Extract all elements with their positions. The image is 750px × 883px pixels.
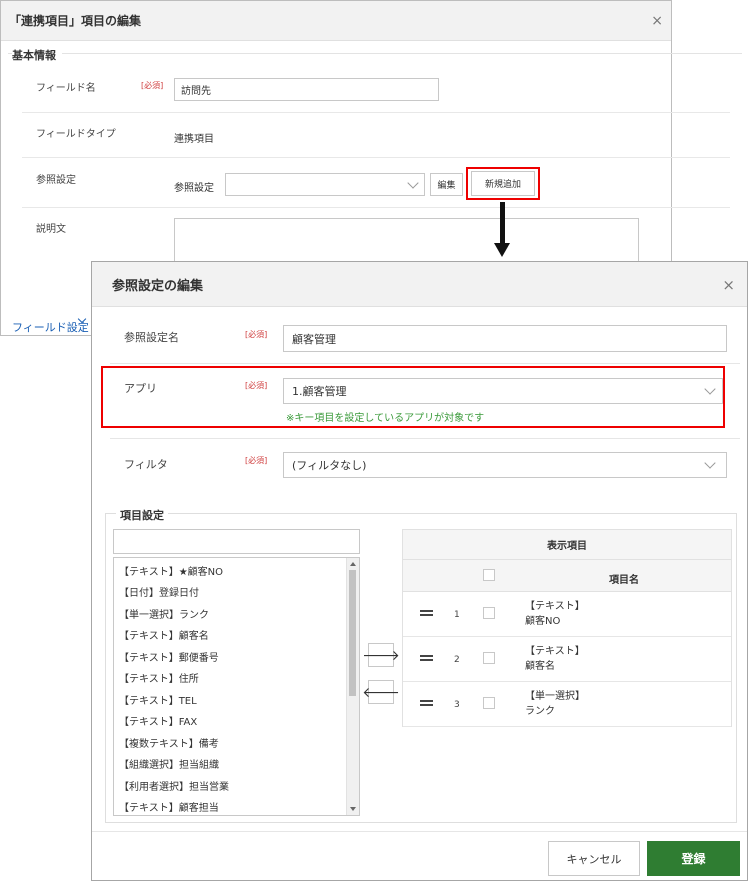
list-item[interactable]: 【単一選択】ランク — [119, 606, 209, 621]
item-search-input[interactable] — [113, 529, 360, 554]
list-item[interactable]: 【テキスト】顧客名 — [119, 627, 209, 642]
list-item[interactable]: 【複数テキスト】備考 — [119, 735, 219, 750]
item-name: 顧客名 — [525, 661, 555, 672]
ref-setting-inner-label: 参照設定 — [174, 183, 214, 194]
arrow-left-icon: 🡐 — [362, 684, 400, 701]
scroll-thumb[interactable] — [349, 570, 356, 696]
item-name: ランク — [525, 706, 555, 717]
register-button[interactable]: 登録 — [647, 841, 740, 876]
required-badge: [必須] — [245, 330, 268, 339]
table-row[interactable]: 3 【単一選択】 ランク — [403, 682, 731, 727]
list-item[interactable]: 【テキスト】TEL — [119, 692, 197, 707]
table-row[interactable]: 2 【テキスト】 顧客名 — [403, 637, 731, 682]
move-left-button[interactable]: 🡐 — [362, 680, 400, 704]
field-type-label: フィールドタイプ — [36, 129, 116, 140]
scroll-down-icon[interactable] — [350, 807, 356, 811]
drag-handle-icon[interactable] — [420, 655, 433, 661]
arrow-right-icon: 🡒 — [362, 647, 400, 664]
column-header-item-name: 項目名 — [609, 575, 639, 586]
list-item[interactable]: 【テキスト】顧客担当 — [119, 799, 219, 814]
list-item[interactable]: 【テキスト】★顧客NO — [119, 563, 223, 578]
list-item[interactable]: 【テキスト】FAX — [119, 713, 197, 728]
row-number: 1 — [454, 610, 460, 620]
table-caption: 表示項目 — [403, 530, 731, 560]
scroll-up-icon[interactable] — [350, 562, 356, 566]
field-settings-link[interactable]: フィールド設定 — [12, 319, 89, 335]
section-title: 基本情報 — [12, 47, 62, 63]
row-divider — [22, 112, 730, 113]
list-item[interactable]: 【利用者選択】担当営業 — [119, 778, 229, 793]
display-items-table: 表示項目 項目名 1 【テキスト】 顧客NO 2 【テキスト】 顧客名 3 【単… — [402, 529, 732, 727]
row-number: 2 — [454, 655, 460, 665]
drag-handle-icon[interactable] — [420, 700, 433, 706]
footer-divider — [92, 831, 747, 832]
list-item[interactable]: 【テキスト】郵便番号 — [119, 649, 219, 664]
ref-setting-label: 参照設定 — [36, 175, 76, 186]
field-name-input[interactable]: 訪問先 — [174, 78, 439, 101]
row-checkbox[interactable] — [483, 697, 495, 709]
row-divider — [22, 157, 730, 158]
app-note: ※キー項目を設定しているアプリが対象です — [286, 413, 485, 424]
row-checkbox[interactable] — [483, 652, 495, 664]
close-icon[interactable]: × — [651, 13, 663, 29]
ref-name-input[interactable]: 顧客管理 — [283, 325, 727, 352]
row-number: 3 — [454, 700, 460, 710]
scrollbar[interactable] — [346, 558, 359, 815]
items-section-title: 項目設定 — [116, 507, 168, 523]
app-label: アプリ — [124, 382, 157, 395]
item-name: 顧客NO — [525, 616, 561, 627]
row-divider — [110, 363, 740, 364]
row-divider — [110, 438, 740, 439]
ref-name-label: 参照設定名 — [124, 331, 179, 344]
ref-setting-select[interactable] — [225, 173, 425, 196]
highlight-box — [466, 167, 540, 200]
row-checkbox[interactable] — [483, 607, 495, 619]
section-divider — [8, 53, 742, 54]
table-row[interactable]: 1 【テキスト】 顧客NO — [403, 592, 731, 637]
field-type-value: 連携項目 — [174, 134, 214, 145]
required-badge: [必須] — [245, 381, 268, 390]
item-type: 【テキスト】 — [525, 646, 585, 657]
edit-button[interactable]: 編集 — [430, 173, 463, 196]
dialog-title: 「連携項目」項目の編集 — [1, 1, 671, 41]
item-type: 【単一選択】 — [525, 691, 585, 702]
available-items-list[interactable]: 【テキスト】★顧客NO 【日付】登録日付 【単一選択】ランク 【テキスト】顧客名… — [113, 557, 360, 816]
list-item[interactable]: 【組織選択】担当組織 — [119, 756, 219, 771]
drag-handle-icon[interactable] — [420, 610, 433, 616]
item-type: 【テキスト】 — [525, 601, 585, 612]
close-icon[interactable]: × — [722, 276, 735, 294]
row-divider — [22, 207, 730, 208]
table-header: 項目名 — [403, 560, 731, 592]
arrow-head-icon — [494, 243, 510, 257]
app-select[interactable]: 1.顧客管理 — [283, 378, 723, 404]
arrow-down-icon — [500, 202, 505, 244]
field-settings-label: フィールド設定 — [12, 321, 89, 334]
move-right-button[interactable]: 🡒 — [362, 643, 400, 667]
field-name-label: フィールド名 — [36, 83, 96, 94]
select-all-checkbox[interactable] — [483, 569, 495, 581]
cancel-button[interactable]: キャンセル — [548, 841, 640, 876]
description-label: 説明文 — [36, 224, 66, 235]
filter-select[interactable]: (フィルタなし) — [283, 452, 727, 478]
list-item[interactable]: 【日付】登録日付 — [119, 584, 199, 599]
required-badge: [必須] — [141, 81, 164, 90]
dialog-title: 参照設定の編集 — [92, 262, 747, 307]
filter-label: フィルタ — [124, 458, 168, 471]
list-item[interactable]: 【テキスト】住所 — [119, 670, 199, 685]
required-badge: [必須] — [245, 456, 268, 465]
